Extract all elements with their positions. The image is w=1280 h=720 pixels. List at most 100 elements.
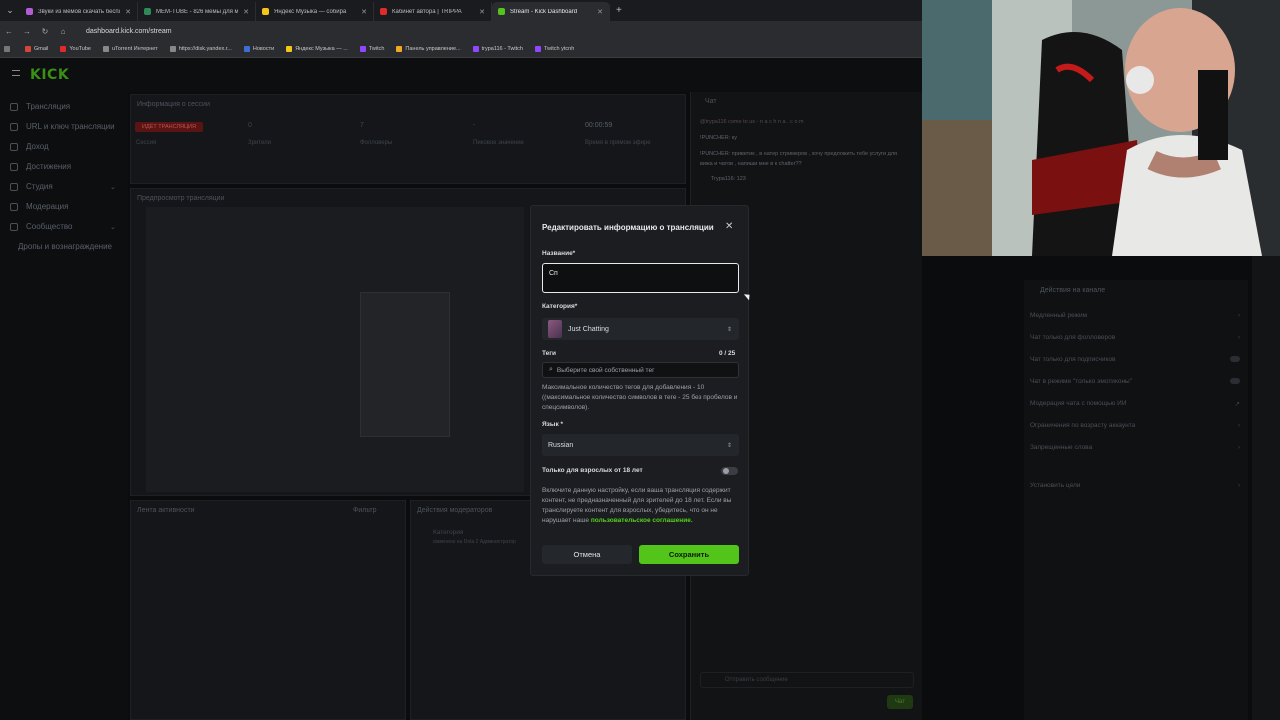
- sidebar-item-moderation[interactable]: Модерация: [10, 202, 68, 211]
- tab-title: Яндекс Музыка — собира: [274, 8, 347, 15]
- sidebar-item-studio[interactable]: Студия ⌄: [10, 182, 116, 191]
- wrench-icon: [10, 202, 18, 211]
- browser-tab-active[interactable]: Stream - Kick Dashboard ✕: [492, 2, 610, 21]
- action-emote-only[interactable]: Чат в режиме "только эмотиконы": [1030, 378, 1240, 385]
- key-icon: [10, 122, 18, 131]
- bookmark-item[interactable]: Яндекс Музыка — ...: [286, 46, 348, 52]
- address-bar: ← → ↻ ⌂ dashboard.kick.com/stream: [0, 21, 922, 41]
- app-header: KICK: [0, 58, 922, 92]
- close-tab-icon[interactable]: ✕: [597, 8, 603, 16]
- bookmark-favicon: [60, 46, 67, 52]
- adult-toggle[interactable]: [721, 467, 738, 475]
- tags-counter: 0 / 25: [719, 350, 736, 357]
- chevron-right-icon: ›: [1237, 444, 1240, 451]
- action-ai-moderation[interactable]: Модерация чата с помощью ИИ ↗: [1030, 400, 1240, 408]
- webcam-overlay: [922, 0, 1280, 256]
- tags-input[interactable]: ⌕ Выберите свой собственный тег: [542, 362, 739, 378]
- close-tab-icon[interactable]: ✕: [361, 8, 367, 16]
- sidebar-item-community[interactable]: Сообщество ⌄: [10, 222, 116, 231]
- bookmark-favicon: [169, 46, 176, 52]
- tags-placeholder: Выберите свой собственный тег: [556, 366, 655, 374]
- sidebar-item-stream[interactable]: Трансляция: [10, 102, 70, 111]
- browser-tab[interactable]: MEM-TUBE - 826 мемы для м ✕: [138, 2, 256, 21]
- toggle-switch[interactable]: [1230, 378, 1240, 384]
- channel-actions-panel: Действия на канале Медленный режим › Чат …: [1024, 280, 1248, 720]
- bookmark-favicon: [359, 46, 366, 52]
- chat-message: Trypa116: 123: [711, 176, 746, 182]
- tab-favicon: [498, 8, 505, 15]
- bookmark-item[interactable]: Twitch ytcnh: [535, 46, 574, 52]
- bookmark-favicon: [535, 46, 541, 52]
- tab-title: Stream - Kick Dashboard: [510, 8, 578, 15]
- new-tab-button[interactable]: +: [616, 5, 622, 16]
- action-account-age[interactable]: Ограничения по возрасту аккаунта ›: [1030, 422, 1240, 429]
- language-select[interactable]: Russian ⇕: [542, 434, 739, 456]
- chat-message: !PUNCHER: приветик , в натер стримеров ,…: [700, 151, 898, 157]
- close-tab-icon[interactable]: ✕: [243, 8, 249, 16]
- back-icon[interactable]: ←: [0, 27, 18, 36]
- cancel-button[interactable]: Отмена: [542, 545, 632, 564]
- category-thumbnail: [548, 320, 562, 338]
- select-arrows-icon: ⇕: [726, 326, 732, 333]
- menu-icon[interactable]: [12, 70, 20, 76]
- right-tool-rail: [1252, 256, 1280, 720]
- close-tab-icon[interactable]: ✕: [125, 8, 131, 16]
- title-input[interactable]: Сп: [542, 263, 739, 293]
- tab-search-icon[interactable]: ⌄: [0, 0, 20, 21]
- sidebar-item-income[interactable]: Доход: [10, 142, 49, 151]
- panel-title: Действия на канале: [1040, 287, 1106, 294]
- action-banned-words[interactable]: Запрещенные слова ›: [1030, 444, 1240, 451]
- peak-value: -: [473, 122, 476, 129]
- bookmark-favicon: [243, 46, 250, 52]
- browser-tab[interactable]: Кабинет автора | TRIPPA ✕: [374, 2, 492, 21]
- url-field[interactable]: dashboard.kick.com/stream: [86, 28, 172, 35]
- save-button[interactable]: Сохранить: [639, 545, 739, 564]
- bookmark-item[interactable]: YouTube: [60, 46, 91, 52]
- modal-title: Редактировать информацию о трансляции: [542, 223, 714, 232]
- bookmark-item[interactable]: Новости: [243, 46, 274, 52]
- close-icon[interactable]: ✕: [725, 221, 733, 232]
- panel-title: Предпросмотр трансляции: [137, 195, 225, 202]
- sidebar-item-stream-key[interactable]: URL и ключ трансляции: [10, 122, 115, 131]
- kick-logo[interactable]: KICK: [30, 67, 69, 83]
- action-followers-only[interactable]: Чат только для фолловеров ›: [1030, 334, 1240, 341]
- studio-icon: [10, 182, 18, 191]
- chat-input[interactable]: Отправить сообщение: [700, 672, 914, 688]
- stream-preview-video[interactable]: [146, 207, 524, 492]
- tab-favicon: [380, 8, 387, 15]
- bookmarks-bar: Gmail YouTube uTorrent Интернет https://…: [0, 41, 922, 58]
- category-value: Just Chatting: [568, 325, 609, 333]
- close-tab-icon[interactable]: ✕: [479, 8, 485, 16]
- toggle-switch[interactable]: [1230, 356, 1240, 362]
- browser-tab[interactable]: Звуки из мемов скачать бесплатно ✕: [20, 2, 138, 21]
- apps-icon[interactable]: [4, 46, 13, 52]
- bookmark-item[interactable]: Twitch: [359, 46, 384, 52]
- bookmark-item[interactable]: Gmail: [25, 46, 48, 52]
- tab-title: MEM-TUBE - 826 мемы для м: [156, 8, 239, 15]
- live-time-value: 00:00:59: [585, 122, 613, 129]
- select-arrows-icon: ⇕: [726, 442, 732, 449]
- bookmark-item[interactable]: Панель управление...: [396, 46, 461, 52]
- forward-icon[interactable]: →: [18, 27, 36, 36]
- bookmark-item[interactable]: trypa116 - Twitch: [472, 46, 523, 52]
- action-slow-mode[interactable]: Медленный режим ›: [1030, 312, 1240, 319]
- browser-tab[interactable]: Яндекс Музыка — собира ✕: [256, 2, 374, 21]
- chevron-down-icon: ⌄: [110, 223, 116, 231]
- bookmark-item[interactable]: uTorrent Интернет: [103, 46, 158, 52]
- chat-send-button[interactable]: Чат: [887, 695, 913, 709]
- peak-label: Пиковое значение: [473, 140, 524, 146]
- bookmark-item[interactable]: https://disk.yandex.r...: [169, 46, 232, 52]
- sidebar-item-achievements[interactable]: Достижения: [10, 162, 71, 171]
- filter-button[interactable]: Фильтр: [353, 507, 377, 514]
- wallet-icon: [10, 142, 18, 151]
- reload-icon[interactable]: ↻: [36, 27, 54, 36]
- user-agreement-link[interactable]: пользовательское соглашение.: [591, 517, 693, 524]
- tab-title: Кабинет автора | TRIPPA: [392, 8, 462, 15]
- home-icon[interactable]: ⌂: [54, 27, 72, 36]
- live-badge: ИДЁТ ТРАНСЛЯЦИЯ: [135, 122, 203, 132]
- tab-favicon: [262, 8, 269, 15]
- action-subscribers-only[interactable]: Чат только для подписчиков: [1030, 356, 1240, 363]
- action-set-goals[interactable]: Установить цели ›: [1030, 482, 1240, 489]
- category-select[interactable]: Just Chatting ⇕: [542, 318, 739, 340]
- sidebar-item-drops[interactable]: Дропы и вознаграждение: [18, 242, 112, 251]
